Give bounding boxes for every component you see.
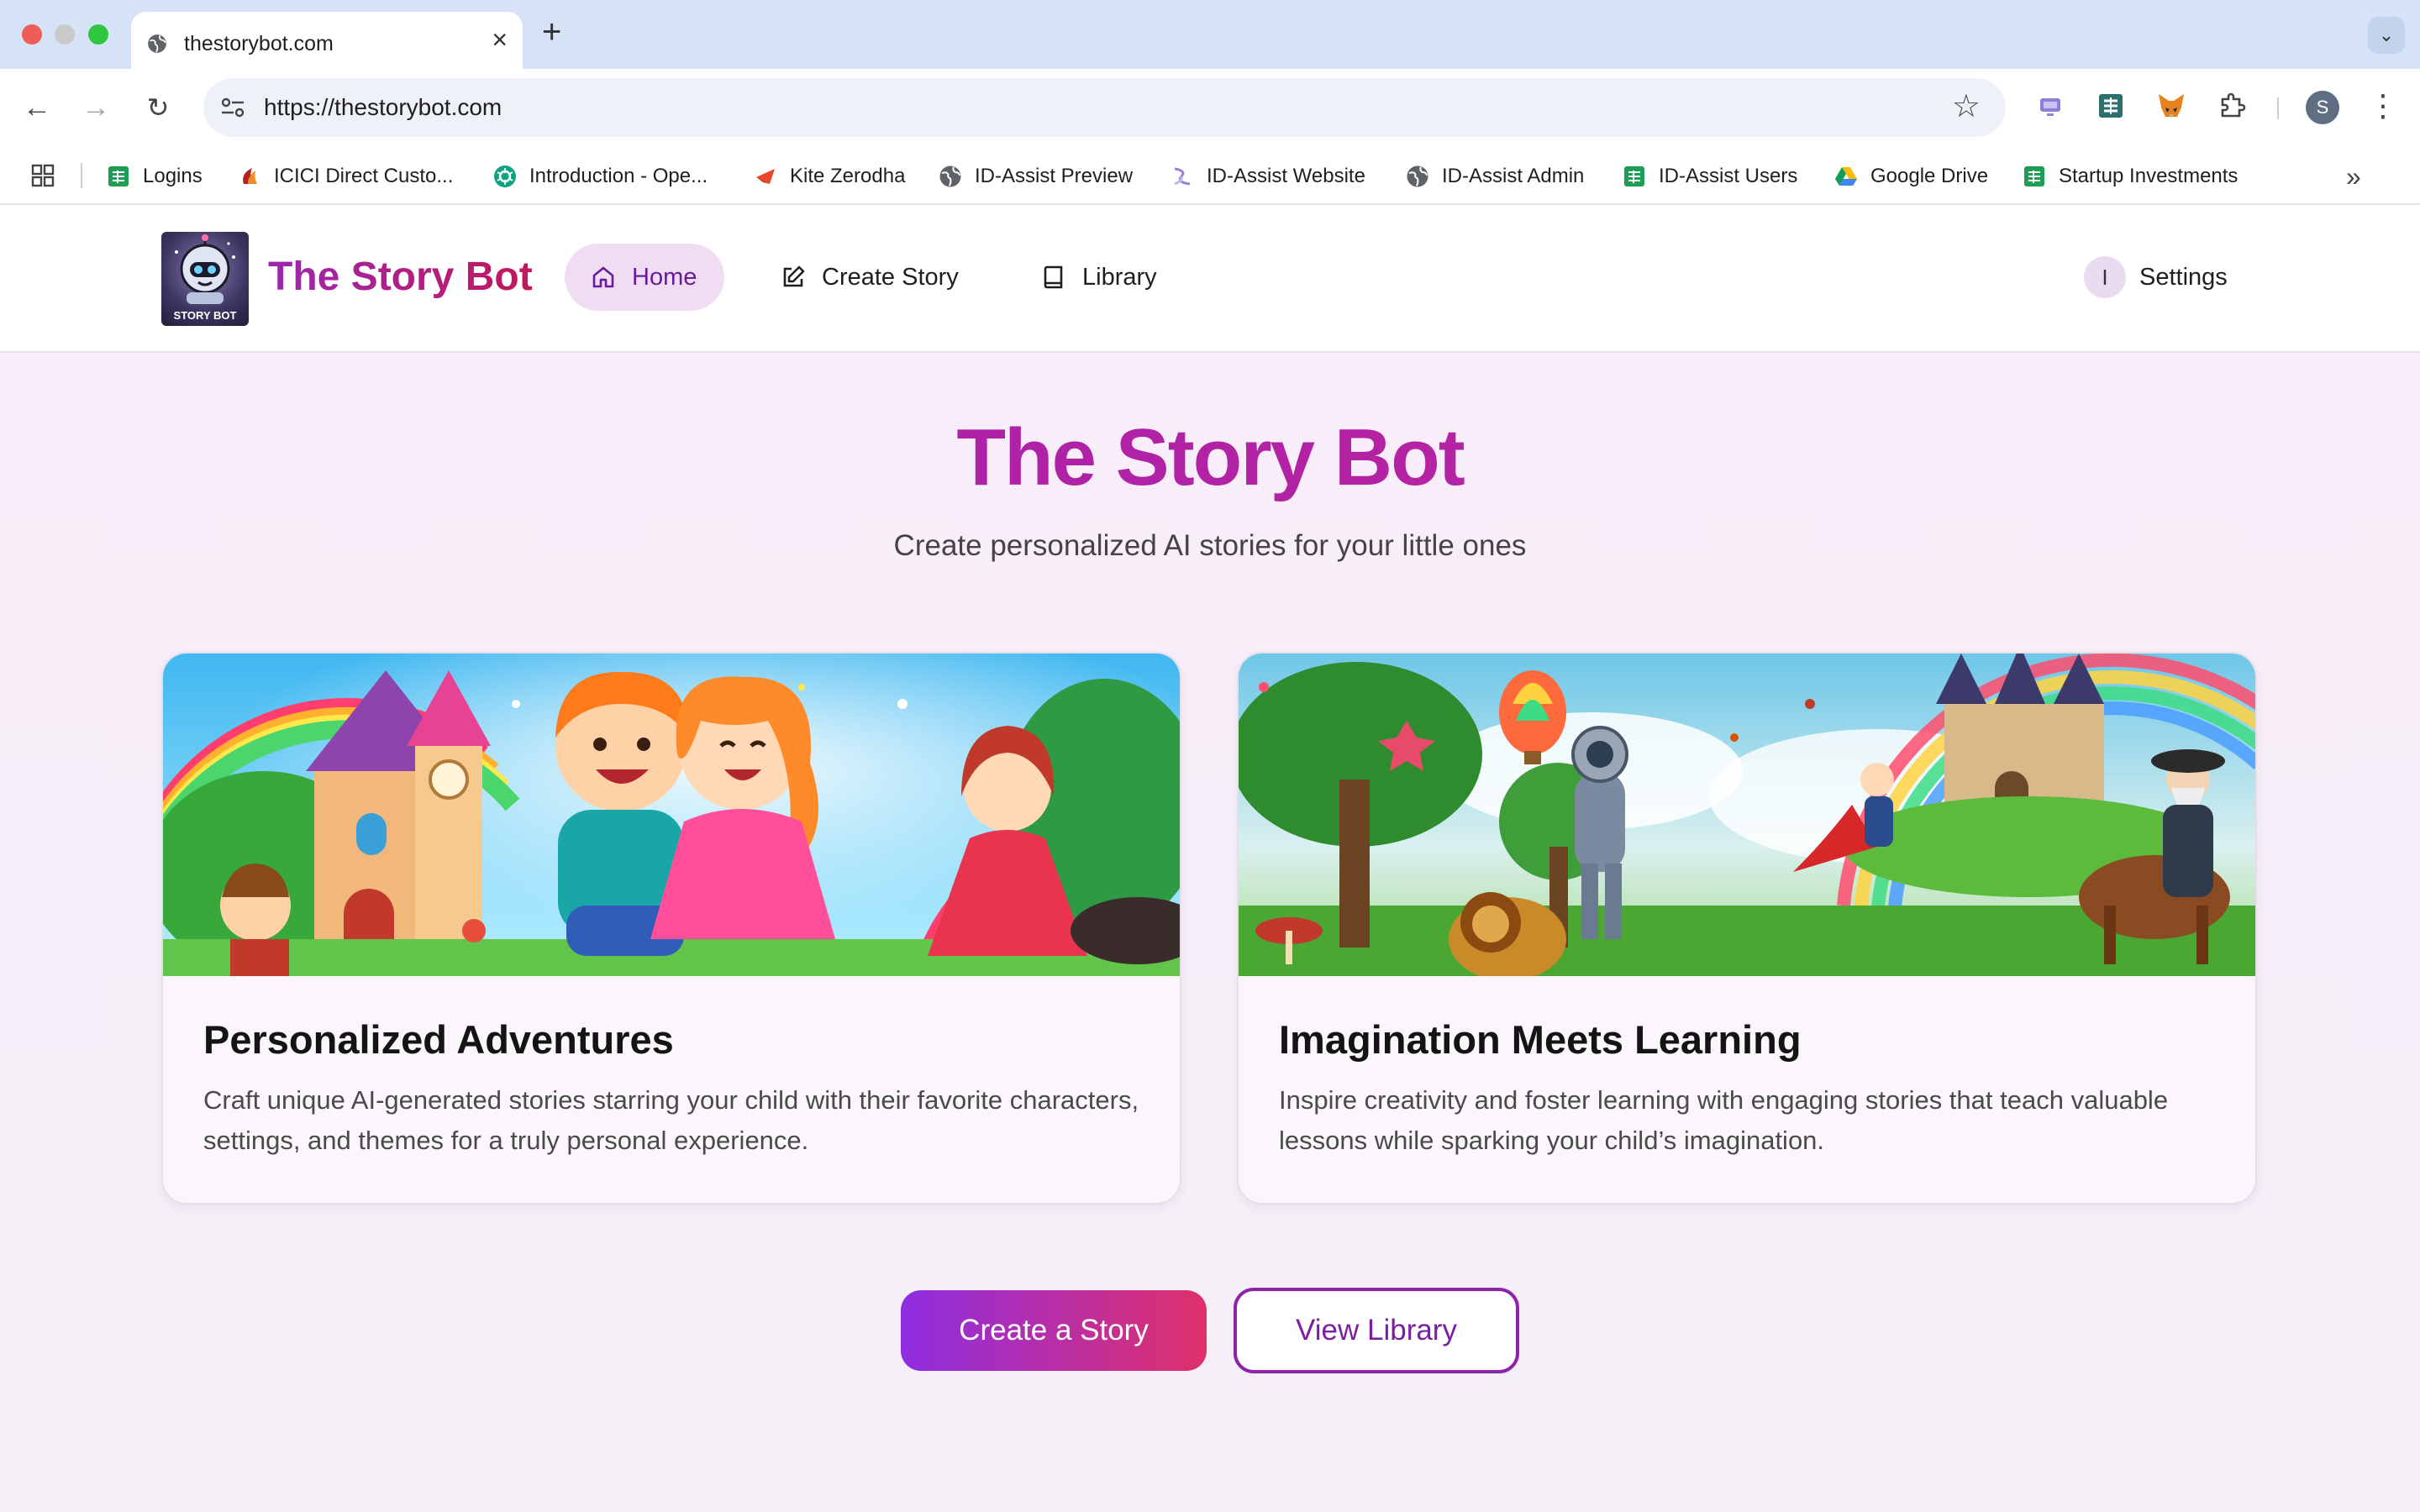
view-library-button[interactable]: View Library [1234,1288,1519,1373]
edit-icon [783,265,805,287]
home-icon [592,266,614,288]
card-description: Inspire creativity and foster learning w… [1279,1085,2169,1155]
kite-icon [756,169,775,184]
nav-create-story[interactable]: Create Story [755,244,984,311]
extensions-puzzle-icon[interactable] [2215,89,2249,123]
bookmark-google-drive[interactable]: Google Drive [1833,160,1988,193]
browser-toolbar: ← → ↻ https://thestorybot.com ☆ S ⋮ [0,69,2420,146]
story-bot-logo[interactable]: STORY BOT [161,232,249,326]
address-bar[interactable]: https://thestorybot.com ☆ [203,78,2006,137]
bookmark-star-icon[interactable]: ☆ [1952,89,1981,124]
kids-fairytale-illustration [163,654,1180,976]
book-icon [1044,265,1063,289]
nav-library[interactable]: Library [1015,244,1182,311]
profile-avatar[interactable]: S [2306,91,2339,124]
card-title: Imagination Meets Learning [1279,1017,1802,1062]
metamask-fox-icon[interactable] [2154,89,2188,123]
globe-icon [1407,165,1428,187]
browser-title-bar: thestorybot.com × + ⌄ [0,0,2420,69]
bookmark-introduction-openai[interactable]: Introduction - Ope... [492,160,708,193]
feature-card-imagination-meets-learning: Imagination Meets Learning Inspire creat… [1237,652,2257,1205]
columns-extension-icon[interactable] [2094,89,2128,123]
create-a-story-button[interactable]: Create a Story [901,1290,1207,1371]
sheets-icon [108,166,129,186]
bookmark-logins[interactable]: Logins [106,160,203,193]
bookmarks-overflow-chevron-icon[interactable]: » [2346,160,2361,193]
logo-badge-text: STORY BOT [174,309,237,322]
card-description: Craft unique AI-generated stories starri… [203,1085,1139,1155]
fantasy-adventure-illustration [1239,654,2255,976]
settings-menu[interactable]: I Settings [2084,255,2228,299]
window-maximize-button[interactable] [88,24,108,45]
site-settings-icon[interactable] [220,97,245,118]
sheets-icon [1624,166,1644,186]
main-content: The Story Bot Create personalized AI sto… [0,353,2420,1512]
card-title: Personalized Adventures [203,1017,674,1062]
url-text: https://thestorybot.com [264,94,502,120]
hero-title: The Story Bot [0,412,2420,504]
robot-mascot-icon: STORY BOT [174,234,237,322]
reload-icon[interactable]: ↻ [139,89,176,126]
settings-label: Settings [2139,263,2228,291]
nav-home[interactable]: Home [565,244,724,311]
tab-search-chevron-icon[interactable]: ⌄ [2368,17,2405,54]
site-header: STORY BOT The Story Bot Home Create Stor… [0,205,2420,353]
forward-arrow-icon[interactable]: → [77,89,114,126]
nav-home-label: Home [632,263,697,291]
globe-icon [939,165,961,187]
nav-library-label: Library [1082,263,1157,291]
globe-icon [148,34,166,53]
bookmarks-divider [81,163,82,188]
bookmark-startup-investments[interactable]: Startup Investments [2022,160,2238,193]
bookmarks-bar: Logins ICICI Direct Custo... Introductio… [0,146,2420,205]
bookmark-id-assist-admin[interactable]: ID-Assist Admin [1405,160,1584,193]
toolbar-divider [2277,97,2279,119]
hero-subtitle: Create personalized AI stories for your … [893,529,1527,562]
browser-tab[interactable]: thestorybot.com × [131,12,523,69]
nav-create-story-label: Create Story [822,263,959,291]
user-avatar: I [2084,256,2126,298]
site-logo-text[interactable]: The Story Bot [268,254,533,300]
feature-card-personalized-adventures: Personalized Adventures Craft unique AI-… [161,652,1181,1205]
back-arrow-icon[interactable]: ← [18,89,55,126]
bookmark-kite-zerodha[interactable]: Kite Zerodha [753,160,905,193]
screen-share-extension-icon[interactable] [2033,89,2067,123]
sheets-icon [2024,166,2044,186]
bookmark-icici-direct[interactable]: ICICI Direct Custo... [237,160,453,193]
openai-icon [494,165,516,187]
id-assist-icon [1174,167,1191,186]
bookmark-id-assist-website[interactable]: ID-Assist Website [1170,160,1365,193]
browser-menu-icon[interactable]: ⋮ [2368,87,2398,124]
window-minimize-button[interactable] [55,24,75,45]
apps-grid-icon[interactable] [30,163,55,188]
icici-icon [243,168,257,184]
tab-close-icon[interactable]: × [492,26,508,53]
google-drive-icon [1835,167,1857,186]
window-close-button[interactable] [22,24,42,45]
bookmark-id-assist-preview[interactable]: ID-Assist Preview [938,160,1133,193]
tab-title: thestorybot.com [184,32,334,55]
new-tab-button[interactable]: + [542,15,561,49]
bookmark-id-assist-users[interactable]: ID-Assist Users [1622,160,1797,193]
